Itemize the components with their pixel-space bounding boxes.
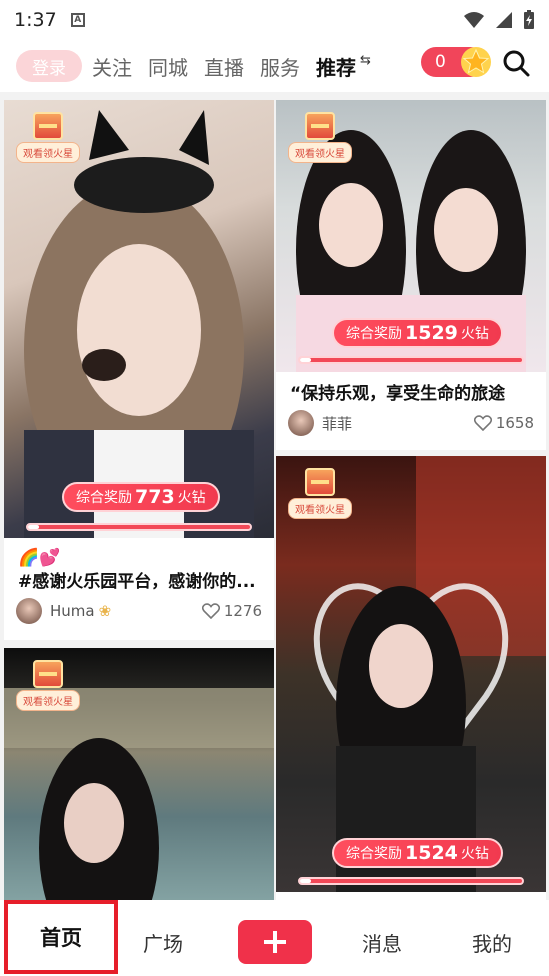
like-button[interactable]: 1276 <box>201 602 262 620</box>
card-emoji: 🌈💕 <box>18 548 61 568</box>
watch-reward-label: 观看领火星 <box>288 142 352 163</box>
tab-nearby[interactable]: 同城 <box>148 52 188 81</box>
status-bar: 1:37 A <box>0 0 549 40</box>
gift-icon <box>33 112 63 140</box>
reward-progress <box>298 877 524 885</box>
tab-services[interactable]: 服务 <box>260 52 300 81</box>
nav-messages[interactable]: 消息 <box>362 928 402 957</box>
reward-prefix: 综合奖励 <box>76 490 132 506</box>
battery-icon <box>524 10 534 29</box>
bottom-nav: 首页 广场 消息 我的 <box>0 900 549 976</box>
status-time: 1:37 <box>14 9 57 31</box>
heart-icon <box>201 603 220 619</box>
feed: 观看领火星 综合奖励 773 火钻 🌈💕 #感谢火乐园平台，感谢你的... Hu… <box>0 100 549 900</box>
create-button[interactable] <box>238 920 312 964</box>
portrait-illustration <box>313 456 546 892</box>
reward-pill: 综合奖励 1529 火钻 <box>332 318 503 348</box>
gift-icon <box>305 468 335 496</box>
wifi-icon <box>464 12 484 28</box>
avatar[interactable] <box>288 410 314 436</box>
heart-icon <box>473 415 492 431</box>
card-title[interactable]: #感谢火乐园平台，感谢你的... <box>4 570 274 594</box>
notification-icon: A <box>70 13 85 27</box>
avatar[interactable] <box>16 598 42 624</box>
reward-value: 1529 <box>405 322 458 344</box>
author-name[interactable]: 菲菲 <box>322 413 352 434</box>
card-cover-image[interactable]: 观看领火星 综合奖励 1529 火钻 <box>276 100 546 372</box>
feed-card[interactable]: 观看领火星 综合奖励 1529 火钻 “保持乐观，享受生命的旅途 菲菲 1658 <box>276 100 546 450</box>
author-name[interactable]: Huma <box>50 602 95 620</box>
feed-card[interactable]: 观看领火星 综合奖励 1524 火钻 <box>276 456 546 900</box>
reward-progress <box>298 356 524 364</box>
reward-progress <box>26 523 252 531</box>
portrait-illustration <box>24 110 254 538</box>
watch-reward-badge[interactable]: 观看领火星 <box>16 660 80 711</box>
card-meta: 菲菲 1658 <box>276 406 546 440</box>
card-meta: Huma ❀ 1276 <box>4 594 274 628</box>
watch-reward-badge[interactable]: 观看领火星 <box>288 468 352 519</box>
reward-suffix: 火钻 <box>177 490 206 506</box>
nav-square[interactable]: 广场 <box>143 928 183 957</box>
card-text: 🌈💕 #感谢火乐园平台，感谢你的... <box>4 538 274 594</box>
tab-follow[interactable]: 关注 <box>92 52 132 81</box>
login-button[interactable]: 登录 <box>16 50 82 82</box>
plus-icon <box>264 931 286 953</box>
author-badge-icon: ❀ <box>98 602 112 620</box>
like-count: 1276 <box>223 602 262 620</box>
top-nav: 登录 关注 同城 直播 服务 推荐 ⇆ 0 <box>0 40 549 92</box>
tab-live[interactable]: 直播 <box>204 52 244 81</box>
switch-icon[interactable]: ⇆ <box>360 53 371 68</box>
watch-reward-label: 观看领火星 <box>16 690 80 711</box>
watch-reward-label: 观看领火星 <box>16 142 80 163</box>
card-cover-image[interactable]: 观看领火星 <box>4 648 274 900</box>
reward-prefix: 综合奖励 <box>346 326 402 342</box>
feed-card[interactable]: 观看领火星 <box>4 648 274 900</box>
like-count: 1658 <box>495 414 534 432</box>
reward-suffix: 火钻 <box>460 846 489 862</box>
watch-reward-badge[interactable]: 观看领火星 <box>288 112 352 163</box>
card-text: “保持乐观，享受生命的旅途 <box>276 372 546 406</box>
watch-reward-label: 观看领火星 <box>288 498 352 519</box>
card-title[interactable]: “保持乐观，享受生命的旅途 <box>276 382 546 406</box>
status-icons <box>463 10 535 30</box>
like-button[interactable]: 1658 <box>473 414 534 432</box>
card-cover-image[interactable]: 观看领火星 综合奖励 1524 火钻 <box>276 456 546 892</box>
coin-count: 0 <box>435 52 446 72</box>
gift-icon <box>305 112 335 140</box>
reward-pill: 综合奖励 773 火钻 <box>62 482 220 512</box>
reward-value: 773 <box>135 486 175 508</box>
search-icon[interactable] <box>500 47 532 79</box>
watch-reward-badge[interactable]: 观看领火星 <box>16 112 80 163</box>
nav-home[interactable]: 首页 <box>4 900 118 974</box>
reward-prefix: 综合奖励 <box>346 846 402 862</box>
reward-progress-fill <box>300 358 312 362</box>
signal-icon <box>496 12 512 28</box>
feed-card[interactable]: 观看领火星 综合奖励 773 火钻 🌈💕 #感谢火乐园平台，感谢你的... Hu… <box>4 100 274 640</box>
reward-progress-fill <box>300 879 312 883</box>
reward-pill: 综合奖励 1524 火钻 <box>332 838 503 868</box>
tab-recommend[interactable]: 推荐 <box>316 52 356 81</box>
coin-button[interactable]: 0 <box>421 47 491 77</box>
reward-progress-fill <box>28 525 40 529</box>
nav-profile[interactable]: 我的 <box>472 928 512 957</box>
card-cover-image[interactable]: 观看领火星 综合奖励 773 火钻 <box>4 100 274 538</box>
reward-value: 1524 <box>405 842 458 864</box>
reward-suffix: 火钻 <box>460 326 489 342</box>
star-icon <box>461 47 491 77</box>
gift-icon <box>33 660 63 688</box>
